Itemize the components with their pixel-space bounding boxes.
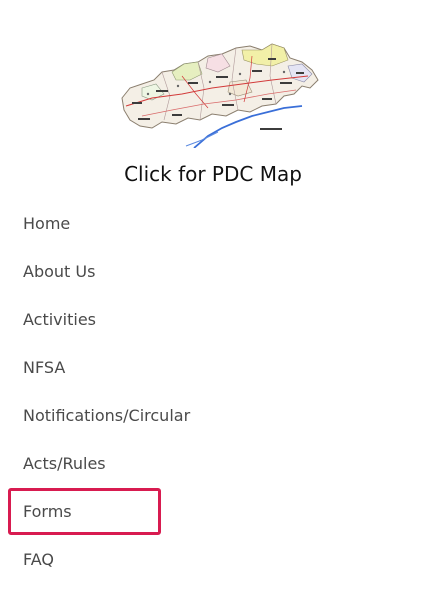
nav-item-nfsa[interactable]: NFSA [23, 348, 65, 388]
nav-item-forms[interactable]: Forms [23, 492, 72, 532]
nav-item-acts-rules[interactable]: Acts/Rules [23, 444, 106, 484]
pdc-map-caption[interactable]: Click for PDC Map [0, 162, 426, 186]
nav-item-faq[interactable]: FAQ [23, 540, 54, 580]
nav-item-home[interactable]: Home [23, 204, 70, 244]
pdc-map-link[interactable]: Click for PDC Map [0, 0, 426, 200]
nav-item-about-us[interactable]: About Us [23, 252, 95, 292]
pdc-map-thumbnail[interactable] [112, 36, 324, 148]
nav-item-notifications-circular[interactable]: Notifications/Circular [23, 396, 190, 436]
nav-item-activities[interactable]: Activities [23, 300, 96, 340]
